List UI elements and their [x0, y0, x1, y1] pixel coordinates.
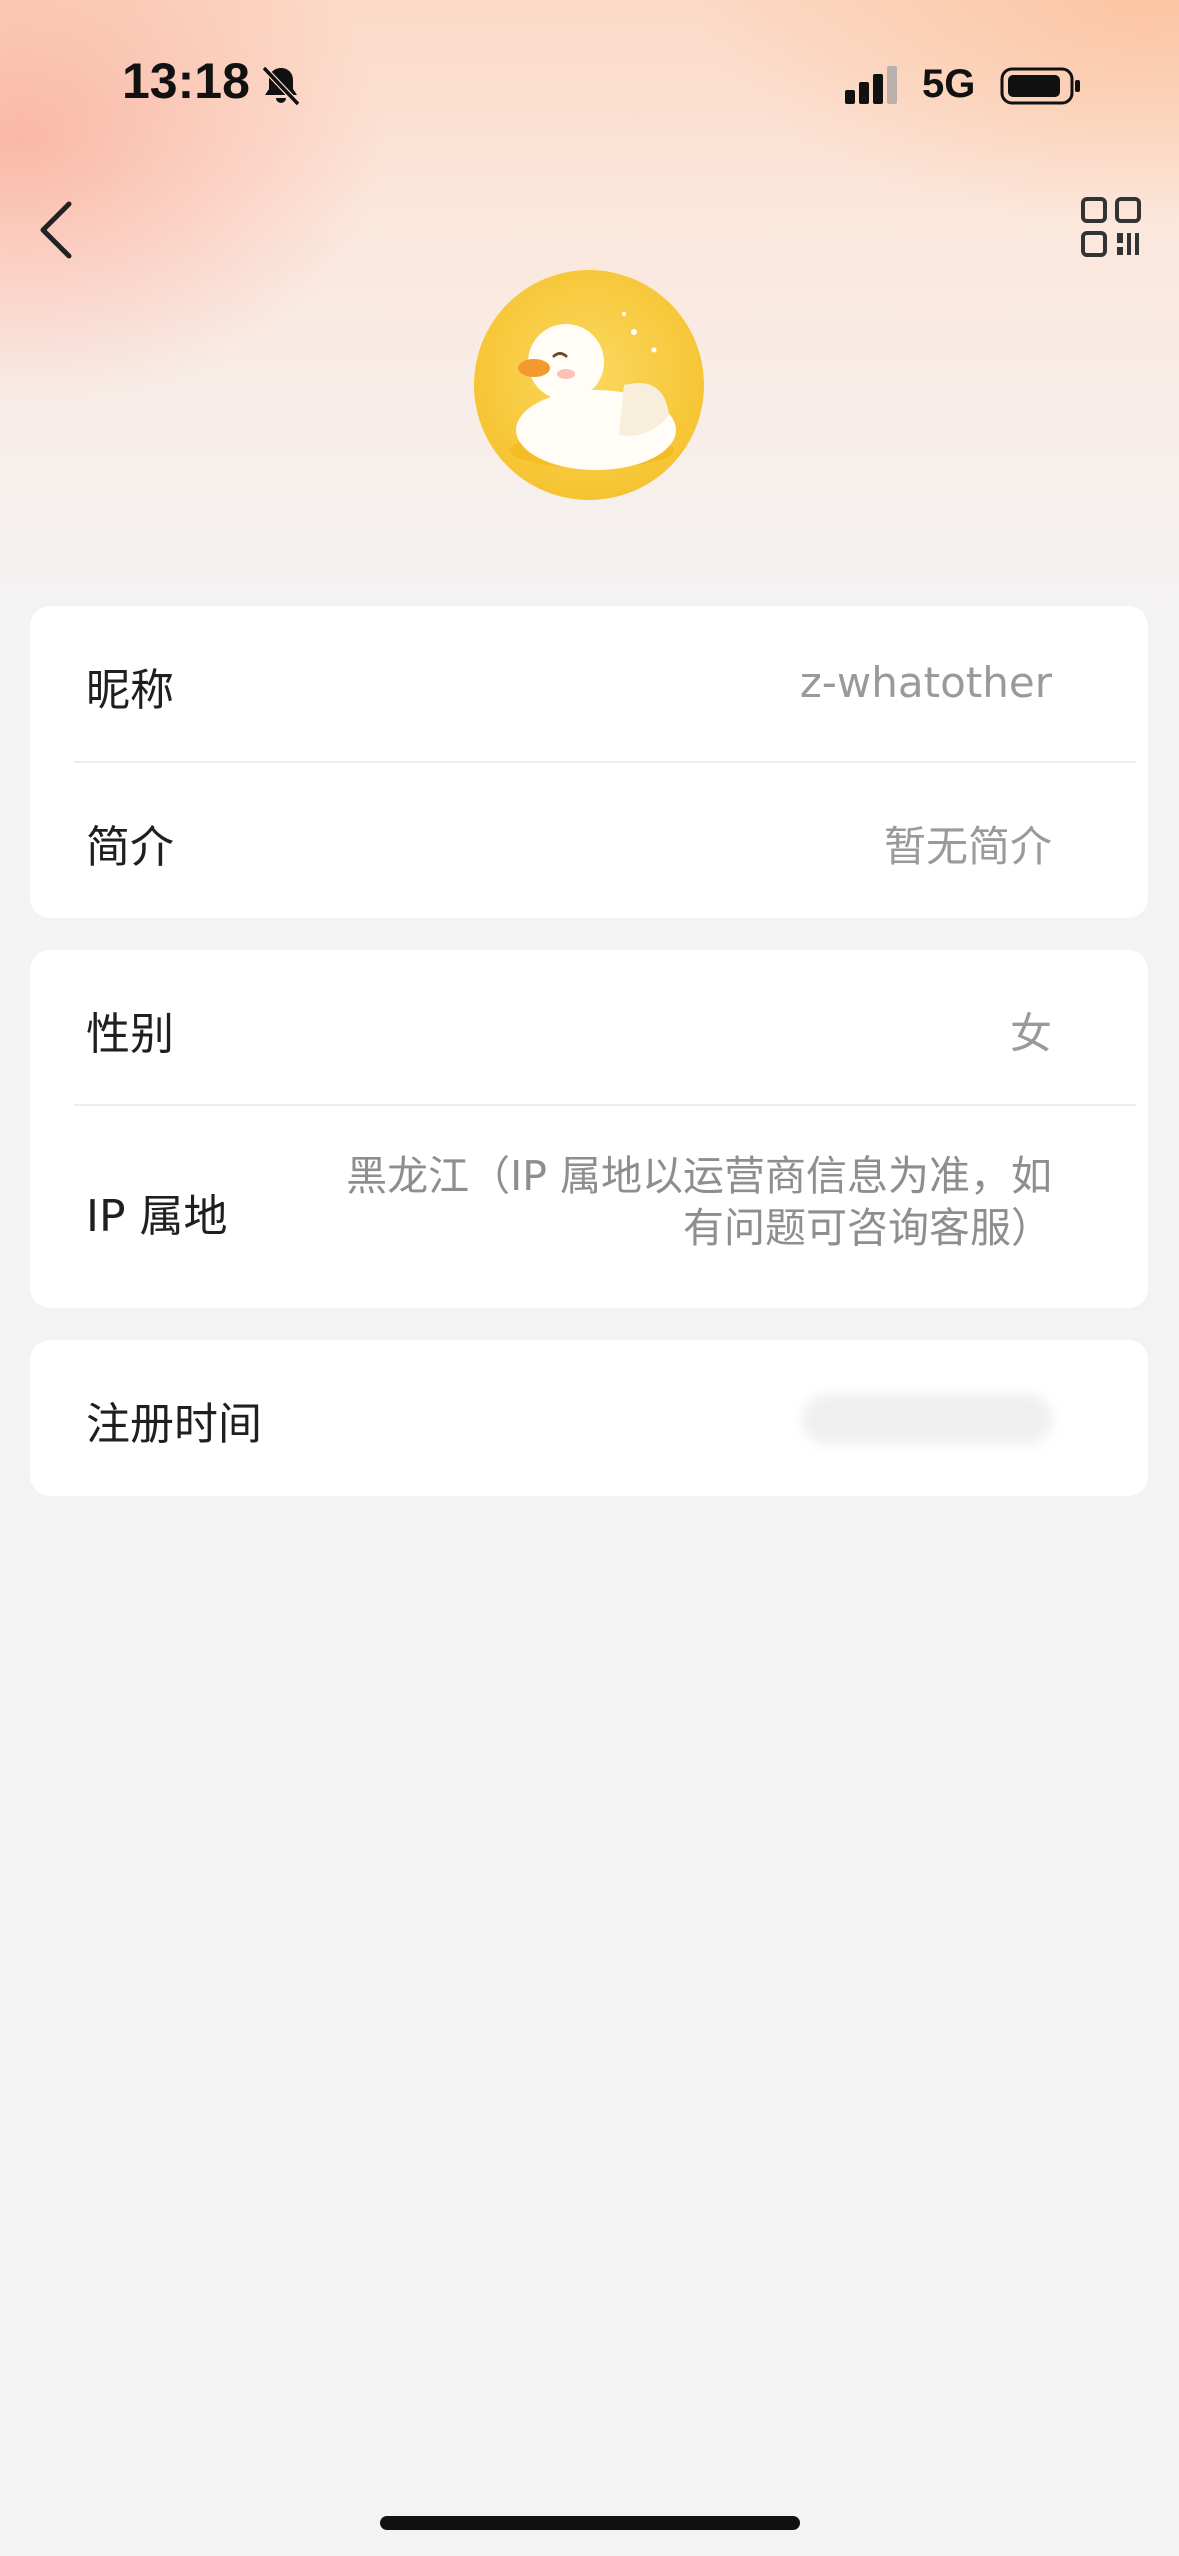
home-indicator [380, 2516, 800, 2530]
ip-location-label: IP 属地 [86, 1191, 228, 1242]
ip-location-value: 黑龙江（IP 属地以运营商信息为准，如有问题可咨询客服） [346, 1152, 1052, 1252]
bio-label: 简介 [86, 822, 174, 873]
gender-label: 性别 [86, 1009, 174, 1060]
register-time-label: 注册时间 [86, 1399, 262, 1450]
duck-avatar-icon [510, 312, 676, 470]
ip-location-row: IP 属地 黑龙江（IP 属地以运营商信息为准，如有问题可咨询客服） [30, 1106, 1148, 1308]
bio-value: 暂无简介 [883, 822, 1052, 871]
nickname-label: 昵称 [86, 665, 174, 716]
battery-icon [1000, 67, 1080, 105]
status-time: 13:18 [122, 53, 250, 109]
cellular-signal-icon [845, 66, 897, 104]
gender-value: 女 [1009, 1009, 1052, 1058]
bell-mute-icon [261, 65, 301, 107]
network-type: 5G [922, 62, 976, 106]
nickname-value: z-whatother [799, 658, 1052, 707]
gender-row[interactable]: 性别 女 [30, 950, 1148, 1104]
avatar[interactable] [474, 270, 704, 500]
chevron-left-icon [40, 201, 72, 259]
status-bar: 13:18 5G [0, 0, 1179, 150]
register-card: 注册时间 [30, 1340, 1148, 1496]
register-time-value-blurred [802, 1394, 1052, 1444]
nickname-row[interactable]: 昵称 z-whatother [30, 606, 1148, 762]
register-time-row: 注册时间 [30, 1340, 1148, 1496]
bio-row[interactable]: 简介 暂无简介 [30, 763, 1148, 918]
back-button[interactable] [20, 190, 90, 270]
qr-code-icon[interactable] [1080, 196, 1142, 258]
detail-info-card: 性别 女 IP 属地 黑龙江（IP 属地以运营商信息为准，如有问题可咨询客服） [30, 950, 1148, 1308]
basic-info-card: 昵称 z-whatother 简介 暂无简介 [30, 606, 1148, 918]
